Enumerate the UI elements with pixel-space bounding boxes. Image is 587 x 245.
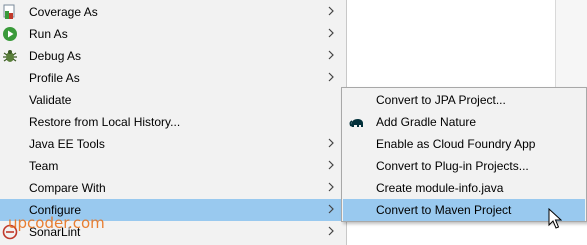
context-menu: Coverage As Run As Debug As Profile As V… xyxy=(0,0,347,245)
menu-item-label: Compare With xyxy=(29,181,106,195)
menu-item-label: Team xyxy=(29,159,59,173)
submenu-item-label: Add Gradle Nature xyxy=(376,115,477,129)
menu-item-label: Run As xyxy=(29,27,68,41)
submenu-item-convert-jpa[interactable]: Convert to JPA Project... xyxy=(343,89,585,111)
menu-item-label: Profile As xyxy=(29,71,80,85)
chevron-right-icon xyxy=(327,137,335,149)
submenu-item-label: Convert to Plug-in Projects... xyxy=(376,159,529,173)
menu-item-profile-as[interactable]: Profile As xyxy=(0,67,346,89)
menu-item-team[interactable]: Team xyxy=(0,155,346,177)
menu-item-label: Validate xyxy=(29,93,72,107)
menu-item-label: Debug As xyxy=(29,49,82,63)
watermark: upcoder.com xyxy=(8,214,105,232)
menu-item-label: Coverage As xyxy=(29,5,98,19)
coverage-icon xyxy=(2,4,18,20)
submenu-item-add-gradle-nature[interactable]: Add Gradle Nature xyxy=(343,111,585,133)
debug-bug-icon xyxy=(2,48,18,64)
chevron-right-icon xyxy=(327,5,335,17)
menu-item-coverage-as[interactable]: Coverage As xyxy=(0,1,346,23)
chevron-right-icon xyxy=(327,71,335,83)
chevron-right-icon xyxy=(327,203,335,215)
editor-scroll-strip xyxy=(556,0,587,90)
menu-item-java-ee-tools[interactable]: Java EE Tools xyxy=(0,133,346,155)
submenu-item-label: Create module-info.java xyxy=(376,181,504,195)
menu-item-restore-local-history[interactable]: Restore from Local History... xyxy=(0,111,346,133)
chevron-right-icon xyxy=(327,225,335,237)
submenu-item-label: Enable as Cloud Foundry App xyxy=(376,137,536,151)
menu-item-label: Java EE Tools xyxy=(29,137,105,151)
chevron-right-icon xyxy=(327,181,335,193)
menu-item-validate[interactable]: Validate xyxy=(0,89,346,111)
submenu-item-create-module-info[interactable]: Create module-info.java xyxy=(343,177,585,199)
menu-item-run-as[interactable]: Run As xyxy=(0,23,346,45)
submenu-item-label: Convert to Maven Project xyxy=(376,203,512,217)
chevron-right-icon xyxy=(327,159,335,171)
chevron-right-icon xyxy=(327,49,335,61)
chevron-right-icon xyxy=(327,27,335,39)
menu-item-debug-as[interactable]: Debug As xyxy=(0,45,346,67)
mouse-pointer-icon xyxy=(548,207,563,230)
menu-item-compare-with[interactable]: Compare With xyxy=(0,177,346,199)
submenu-item-enable-cloud-foundry[interactable]: Enable as Cloud Foundry App xyxy=(343,133,585,155)
run-icon xyxy=(2,26,18,42)
submenu-item-convert-plugin[interactable]: Convert to Plug-in Projects... xyxy=(343,155,585,177)
configure-submenu: Convert to JPA Project... Add Gradle Nat… xyxy=(341,87,587,222)
gradle-elephant-icon xyxy=(349,114,365,130)
submenu-item-label: Convert to JPA Project... xyxy=(376,93,506,107)
menu-item-label: Restore from Local History... xyxy=(29,115,181,129)
